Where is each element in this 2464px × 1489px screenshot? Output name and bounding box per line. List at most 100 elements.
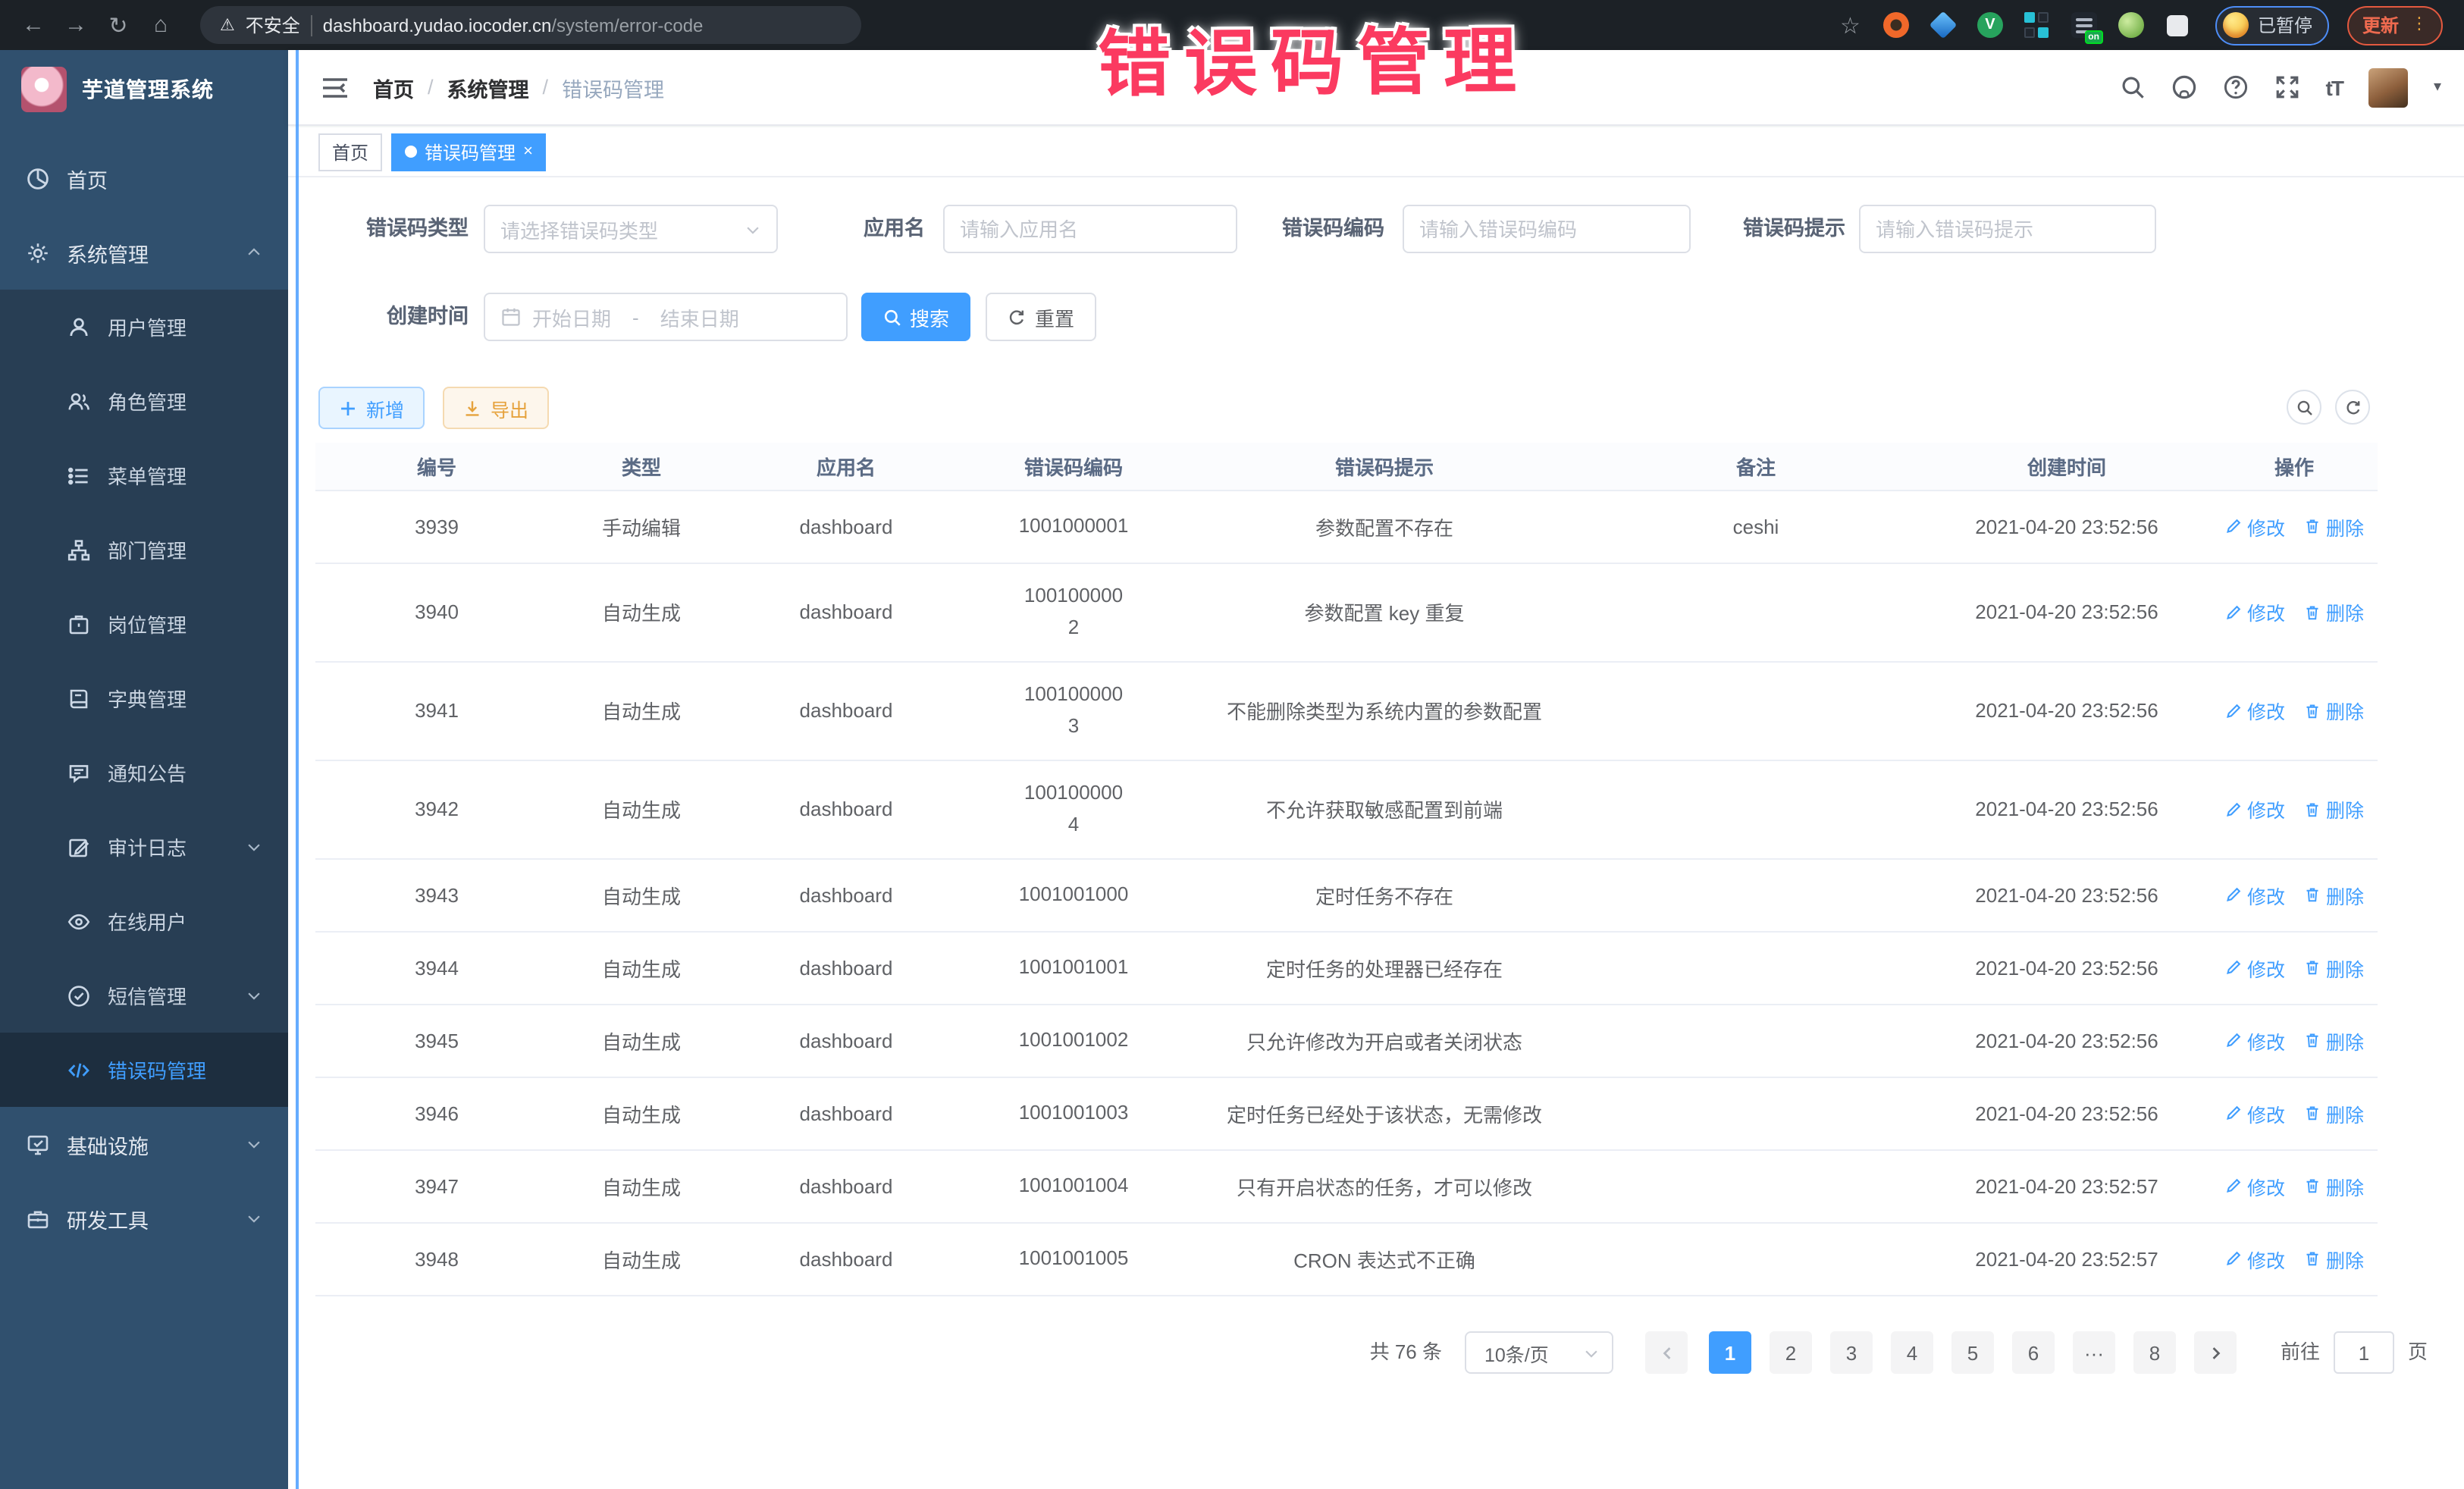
prev-page-button[interactable]: [1645, 1331, 1688, 1374]
delete-link[interactable]: 删除: [2303, 1244, 2364, 1273]
app-name-input[interactable]: [960, 218, 1221, 240]
sidebar-item-infrastructure[interactable]: 基础设施: [0, 1107, 288, 1181]
breadcrumb-system[interactable]: 系统管理: [447, 72, 529, 102]
extension-grid-icon[interactable]: [2024, 12, 2050, 38]
page-button-4[interactable]: 4: [1891, 1331, 1933, 1374]
sidebar-item-audit-log[interactable]: 审计日志: [0, 810, 288, 884]
tab-home[interactable]: 首页: [318, 133, 382, 171]
extension-tabs-icon[interactable]: on: [2071, 12, 2097, 38]
edit-link[interactable]: 修改: [2224, 512, 2285, 541]
edit-link[interactable]: 修改: [2224, 953, 2285, 982]
page-button-6[interactable]: 6: [2012, 1331, 2055, 1374]
tab-error-code-mgmt[interactable]: 错误码管理 ×: [391, 133, 547, 171]
edit-link[interactable]: 修改: [2224, 880, 2285, 909]
sidebar-item-dev-tools[interactable]: 研发工具: [0, 1181, 288, 1255]
extension-green-icon[interactable]: V: [1977, 12, 2003, 38]
app-logo-row[interactable]: 芋道管理系统: [0, 50, 288, 129]
bookmark-star-icon[interactable]: ☆: [1840, 11, 1861, 39]
edit-link[interactable]: 修改: [2224, 1171, 2285, 1200]
sidebar-item-home[interactable]: 首页: [0, 141, 288, 215]
refresh-icon: [2343, 398, 2362, 416]
address-bar[interactable]: ⚠ 不安全 dashboard.yudao.iocoder.cn/system/…: [200, 6, 861, 44]
delete-link[interactable]: 删除: [2303, 1099, 2364, 1127]
sidebar-item-sms-mgmt[interactable]: 短信管理: [0, 958, 288, 1033]
sidebar-item-online-users[interactable]: 在线用户: [0, 884, 288, 958]
user-avatar[interactable]: [2368, 67, 2408, 107]
edit-link[interactable]: 修改: [2224, 795, 2285, 823]
delete-link[interactable]: 删除: [2303, 512, 2364, 541]
browser-profile-chip[interactable]: 已暂停: [2215, 5, 2329, 45]
error-code-input[interactable]: [1419, 218, 1674, 240]
page-size-select[interactable]: 10条/页: [1465, 1331, 1613, 1374]
page-button-5[interactable]: 5: [1951, 1331, 1994, 1374]
cell-id: 3940: [315, 563, 558, 661]
extension-gem-icon[interactable]: [1930, 11, 1958, 39]
browser-forward-icon[interactable]: →: [58, 7, 94, 43]
error-hint-input[interactable]: [1876, 218, 2140, 240]
help-icon[interactable]: [2223, 74, 2249, 100]
next-page-button[interactable]: [2194, 1331, 2237, 1374]
extension-key-icon[interactable]: [2118, 12, 2144, 38]
sidebar-item-post-mgmt[interactable]: 岗位管理: [0, 587, 288, 661]
browser-menu-kebab-icon[interactable]: ⋮: [2411, 18, 2428, 32]
github-icon[interactable]: [2171, 74, 2197, 100]
page-button-2[interactable]: 2: [1770, 1331, 1812, 1374]
fullscreen-icon[interactable]: [2274, 74, 2300, 100]
delete-link[interactable]: 删除: [2303, 1026, 2364, 1055]
cell-hint: 参数配置 key 重复: [1180, 563, 1589, 661]
add-button[interactable]: 新增: [318, 387, 425, 429]
delete-link[interactable]: 删除: [2303, 1171, 2364, 1200]
refresh-table-button[interactable]: [2335, 390, 2370, 425]
reset-button-label: 重置: [1035, 303, 1074, 331]
sidebar-item-error-code-mgmt[interactable]: 错误码管理: [0, 1033, 288, 1107]
cell-time: 2021-04-20 23:52:56: [1923, 563, 2211, 661]
sidebar-item-dept-mgmt[interactable]: 部门管理: [0, 513, 288, 587]
export-button[interactable]: 导出: [443, 387, 549, 429]
edit-link[interactable]: 修改: [2224, 1244, 2285, 1273]
page-button-8[interactable]: 8: [2133, 1331, 2176, 1374]
error-hint-field-wrap: [1859, 205, 2156, 253]
close-icon[interactable]: ×: [523, 143, 533, 160]
cell-code: 1001001003: [967, 1077, 1180, 1149]
breadcrumb-home[interactable]: 首页: [373, 72, 414, 102]
search-icon[interactable]: [2120, 74, 2146, 100]
reset-button[interactable]: 重置: [986, 293, 1096, 341]
delete-link[interactable]: 删除: [2303, 795, 2364, 823]
delete-link[interactable]: 删除: [2303, 880, 2364, 909]
cell-id: 3939: [315, 490, 558, 563]
page-button-1[interactable]: 1: [1709, 1331, 1751, 1374]
collapse-sidebar-icon[interactable]: [321, 75, 349, 99]
sidebar-item-notice-mgmt[interactable]: 通知公告: [0, 735, 288, 810]
sidebar-item-user-mgmt[interactable]: 用户管理: [0, 290, 288, 364]
show-search-toggle-button[interactable]: [2287, 390, 2321, 425]
browser-back-icon[interactable]: ←: [15, 7, 52, 43]
edit-link[interactable]: 修改: [2224, 1026, 2285, 1055]
browser-reload-icon[interactable]: ↻: [100, 7, 136, 43]
browser-update-button[interactable]: 更新 ⋮: [2347, 5, 2443, 45]
cell-app: dashboard: [725, 490, 967, 563]
extensions-puzzle-icon[interactable]: [2167, 14, 2188, 36]
extension-orange-icon[interactable]: [1883, 12, 1909, 38]
sidebar-item-dict-mgmt[interactable]: 字典管理: [0, 661, 288, 735]
cell-time: 2021-04-20 23:52:56: [1923, 490, 2211, 563]
delete-link[interactable]: 删除: [2303, 597, 2364, 626]
browser-home-icon[interactable]: ⌂: [143, 7, 179, 43]
edit-link[interactable]: 修改: [2224, 597, 2285, 626]
page-ellipsis-button[interactable]: ···: [2073, 1331, 2115, 1374]
sidebar-item-role-mgmt[interactable]: 角色管理: [0, 364, 288, 438]
error-type-select[interactable]: 请选择错误码类型: [484, 205, 778, 253]
caret-down-icon[interactable]: ▾: [2434, 79, 2441, 96]
update-label: 更新: [2362, 12, 2399, 38]
sidebar-item-system[interactable]: 系统管理: [0, 215, 288, 290]
delete-link[interactable]: 删除: [2303, 696, 2364, 725]
edit-link[interactable]: 修改: [2224, 696, 2285, 725]
delete-link[interactable]: 删除: [2303, 953, 2364, 982]
edit-link[interactable]: 修改: [2224, 1099, 2285, 1127]
date-range-picker[interactable]: 开始日期 - 结束日期: [484, 293, 848, 341]
sidebar-item-menu-mgmt[interactable]: 菜单管理: [0, 438, 288, 513]
goto-page-input[interactable]: [2334, 1331, 2394, 1374]
font-size-icon[interactable]: tT: [2326, 75, 2343, 99]
search-button[interactable]: 搜索: [861, 293, 970, 341]
page-button-3[interactable]: 3: [1830, 1331, 1873, 1374]
table-header-row: 编号 类型 应用名 错误码编码 错误码提示 备注 创建时间 操作: [315, 443, 2378, 490]
